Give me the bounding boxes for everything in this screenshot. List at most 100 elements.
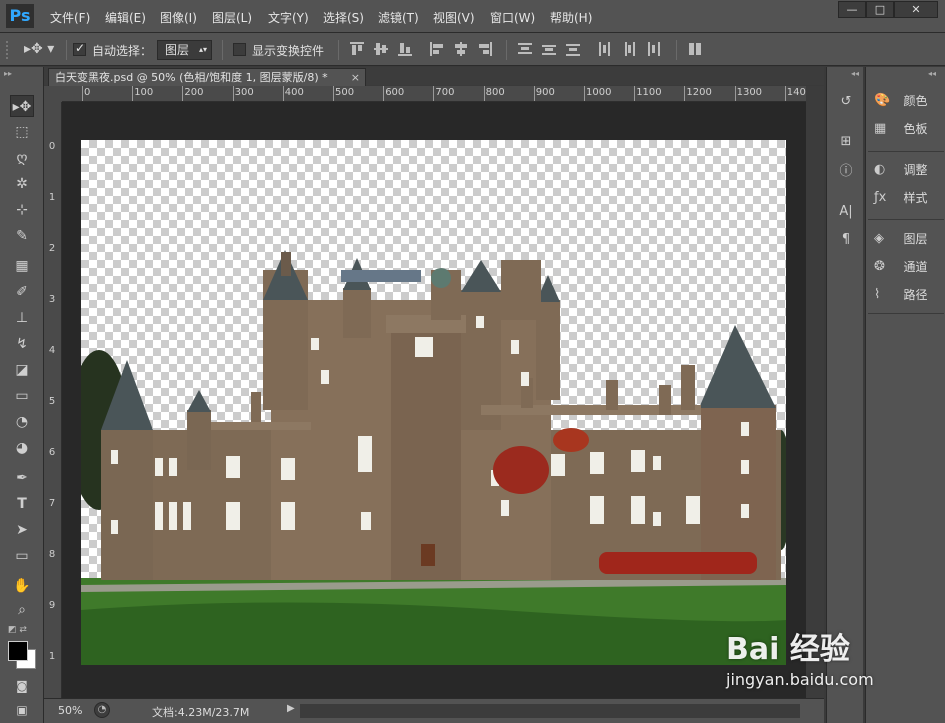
info-panel-icon[interactable]: ⓘ	[835, 161, 857, 183]
history-panel-icon[interactable]: ↺	[835, 91, 857, 113]
distribute-right-icon[interactable]	[646, 42, 660, 56]
vertical-scrollbar[interactable]	[806, 86, 824, 698]
ruler-v-label: 5	[48, 396, 56, 407]
move-tool-icon[interactable]: ▸✥	[10, 95, 34, 117]
paragraph-panel-icon[interactable]: ¶	[835, 229, 857, 251]
panel-label: 调整	[903, 163, 928, 177]
ruler-h-label: 0	[84, 87, 91, 98]
panel-swatches[interactable]: ▦ 色板	[874, 120, 942, 142]
panel-label: 图层	[903, 232, 928, 246]
swatches-icon: ▦	[874, 120, 887, 136]
distribute-bottom-icon[interactable]	[566, 42, 580, 56]
zoom-level[interactable]: 50%	[58, 704, 82, 717]
document-size-info: 文档:4.23M/23.7M	[152, 706, 250, 719]
crop-tool-icon[interactable]: ⊹	[10, 199, 34, 221]
central-tower	[391, 320, 461, 580]
distribute-left-icon[interactable]	[598, 42, 612, 56]
history-brush-icon[interactable]: ↯	[10, 333, 34, 355]
path-select-icon[interactable]: ➤	[10, 519, 34, 541]
watermark-brand: Bai 经验	[726, 632, 850, 667]
status-menu-arrow-icon[interactable]: ▶	[287, 703, 295, 714]
clone-stamp-icon[interactable]: ⊥	[10, 307, 34, 329]
restore-button[interactable]: □	[866, 1, 894, 18]
move-tool-preset-icon[interactable]: ▸✥ ▾	[24, 39, 60, 59]
show-transform-checkbox[interactable]	[233, 43, 246, 56]
distribute-vcenter-icon[interactable]	[542, 42, 556, 56]
lasso-tool-icon[interactable]: ღ	[10, 147, 34, 169]
layers-icon: ◈	[874, 230, 884, 246]
expand-icon[interactable]: ▸▸	[4, 69, 12, 78]
foreground-color-swatch[interactable]	[8, 641, 28, 661]
close-button[interactable]: ✕	[894, 1, 938, 18]
brush-tool-icon[interactable]: ✐	[10, 281, 34, 303]
status-info-icon[interactable]: ◔	[94, 702, 110, 718]
dodge-tool-icon[interactable]: ◕	[10, 437, 34, 459]
separator	[506, 40, 507, 60]
menu-layer[interactable]: 图层(L)	[212, 9, 252, 26]
magic-wand-icon[interactable]: ✲	[10, 173, 34, 195]
navigator-panel-icon[interactable]: ⊞	[835, 131, 857, 153]
panel-divider	[868, 151, 944, 152]
menu-file[interactable]: 文件(F)	[50, 9, 90, 26]
eraser-tool-icon[interactable]: ◪	[10, 359, 34, 381]
ruler-v-label: 1	[48, 651, 56, 662]
document-tab[interactable]: 白天变黑夜.psd @ 50% (色相/饱和度 1, 图层蒙版/8) * ×	[48, 68, 366, 86]
zoom-tool-icon[interactable]: ⌕	[10, 599, 34, 621]
show-transform-label: 显示变换控件	[252, 44, 325, 58]
ruler-h-label: 600	[385, 87, 405, 98]
panel-paths[interactable]: ⌇ 路径	[874, 286, 942, 308]
menu-view[interactable]: 视图(V)	[433, 9, 475, 26]
ruler-v-label: 6	[48, 447, 56, 458]
horizontal-scrollbar[interactable]	[300, 704, 800, 718]
close-tab-icon[interactable]: ×	[351, 69, 360, 87]
menu-type[interactable]: 文字(Y)	[268, 9, 309, 26]
marquee-tool-icon[interactable]: ⬚	[10, 121, 34, 143]
character-panel-icon[interactable]: A|	[835, 201, 857, 223]
align-top-icon[interactable]	[350, 42, 364, 56]
auto-select-checkbox[interactable]: ✓	[73, 41, 86, 56]
shape-tool-icon[interactable]: ▭	[10, 545, 34, 567]
panel-adjustments[interactable]: ◐ 调整	[874, 161, 942, 183]
panel-styles[interactable]: ƒx 样式	[874, 189, 942, 211]
panel-layers[interactable]: ◈ 图层	[874, 230, 942, 252]
ruler-origin[interactable]	[44, 86, 62, 102]
panel-channels[interactable]: ❂ 通道	[874, 258, 942, 280]
minimize-button[interactable]: —	[838, 1, 866, 18]
blur-tool-icon[interactable]: ◔	[10, 411, 34, 433]
type-tool-icon[interactable]: T	[10, 493, 34, 515]
collapse-icon[interactable]: ◂◂	[851, 69, 859, 78]
gradient-tool-icon[interactable]: ▭	[10, 385, 34, 407]
menu-select[interactable]: 选择(S)	[323, 9, 364, 26]
screen-mode-icon[interactable]: ▣	[10, 699, 34, 721]
vertical-ruler[interactable]: 0 1 2 3 4 5 6 7 8 9 1	[44, 102, 62, 698]
dropdown-arrows-icon: ▴▾	[198, 45, 207, 54]
menu-window[interactable]: 窗口(W)	[490, 9, 535, 26]
default-colors-icon[interactable]: ◩ ⇄	[8, 625, 27, 635]
distribute-top-icon[interactable]	[518, 42, 532, 56]
auto-select-label: 自动选择：	[92, 44, 153, 58]
baidu-jingyan-watermark: Bai 经验 jingyan.baidu.com	[726, 624, 926, 704]
align-left-icon[interactable]	[430, 42, 444, 56]
collapse-icon[interactable]: ◂◂	[928, 69, 936, 78]
panel-color[interactable]: 🎨 颜色	[874, 92, 942, 114]
align-hcenter-icon[interactable]	[454, 42, 468, 56]
hand-tool-icon[interactable]: ✋	[10, 575, 34, 597]
menu-edit[interactable]: 编辑(E)	[105, 9, 146, 26]
healing-brush-icon[interactable]: ▦	[10, 255, 34, 277]
menu-filter[interactable]: 滤镜(T)	[378, 9, 419, 26]
auto-align-icon[interactable]	[688, 42, 702, 56]
pen-tool-icon[interactable]: ✒	[10, 467, 34, 489]
align-vcenter-icon[interactable]	[374, 42, 388, 56]
horizontal-ruler[interactable]: 0 100 200 300 400 500 600 700 800 900 1000 1100 1200…	[62, 86, 812, 102]
ruler-v-label: 2	[48, 243, 56, 254]
align-right-icon[interactable]	[478, 42, 492, 56]
document-canvas[interactable]	[81, 140, 786, 665]
menu-bar: Ps 文件(F) 编辑(E) 图像(I) 图层(L) 文字(Y) 选择(S) 滤…	[0, 0, 945, 33]
align-bottom-icon[interactable]	[398, 42, 412, 56]
eyedropper-icon[interactable]: ✎	[10, 225, 34, 247]
quick-mask-icon[interactable]: ◙	[10, 675, 34, 697]
distribute-hcenter-icon[interactable]	[622, 42, 636, 56]
menu-image[interactable]: 图像(I)	[160, 9, 197, 26]
auto-select-dropdown[interactable]: 图层 ▴▾	[157, 40, 212, 60]
menu-help[interactable]: 帮助(H)	[550, 9, 592, 26]
